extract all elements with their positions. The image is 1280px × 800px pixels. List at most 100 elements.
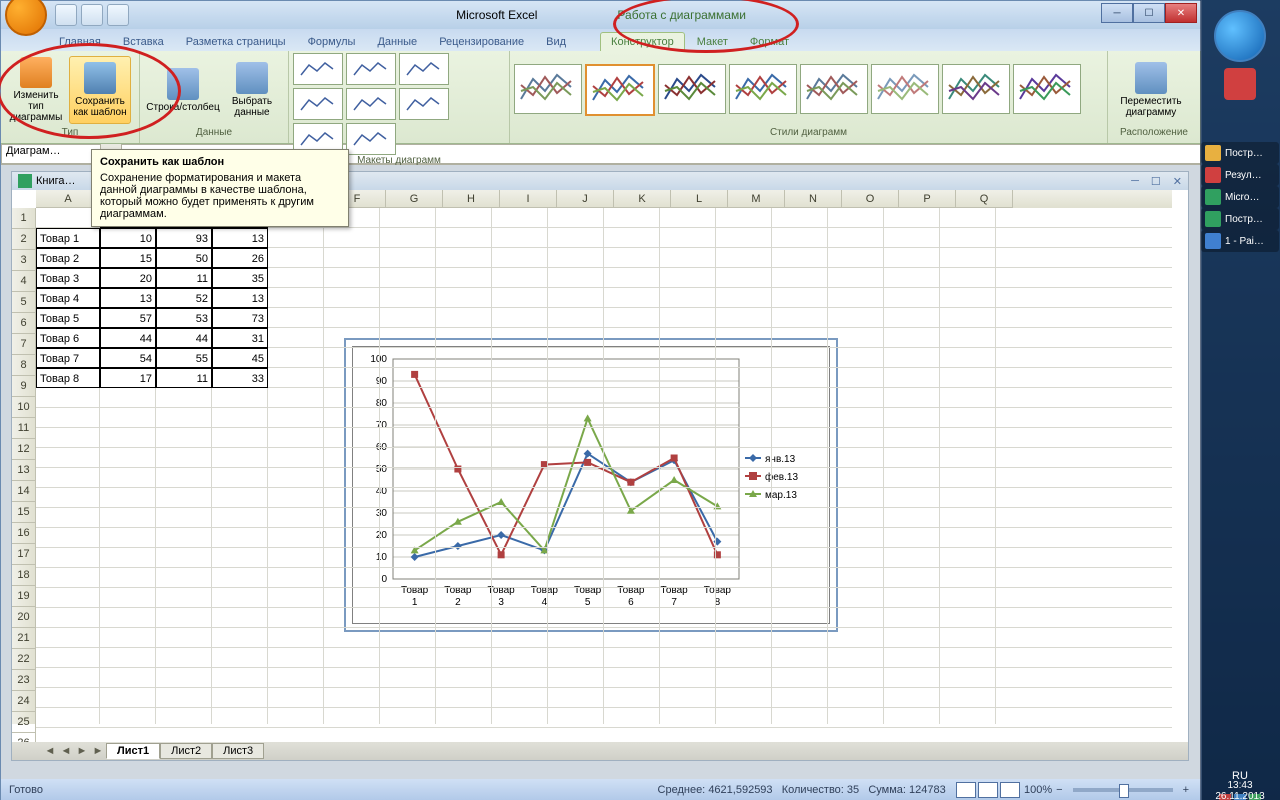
tab-Главная[interactable]: Главная (49, 33, 111, 51)
row-header[interactable]: 12 (12, 439, 36, 460)
cell[interactable]: Товар 4 (36, 288, 100, 308)
sheet-nav-button[interactable]: ◄ (42, 745, 58, 757)
layout-option[interactable] (346, 53, 396, 85)
chart-layouts-gallery[interactable] (293, 53, 493, 155)
column-header[interactable]: M (728, 190, 785, 208)
doc-restore[interactable]: ☐ (1151, 175, 1161, 188)
sheet-nav-button[interactable]: ◄ (58, 745, 74, 757)
change-chart-type-button[interactable]: Изменить тип диаграммы (5, 56, 67, 124)
column-header[interactable]: P (899, 190, 956, 208)
style-option[interactable] (942, 64, 1010, 114)
tab-Формулы[interactable]: Формулы (298, 33, 366, 51)
row-header[interactable]: 13 (12, 460, 36, 481)
cell[interactable]: 44 (100, 328, 156, 348)
row-header[interactable]: 8 (12, 355, 36, 376)
style-option[interactable] (871, 64, 939, 114)
style-option[interactable] (658, 64, 726, 114)
qat-undo-icon[interactable] (81, 4, 103, 26)
column-header[interactable]: H (443, 190, 500, 208)
layout-option[interactable] (293, 53, 343, 85)
style-option[interactable] (585, 64, 655, 116)
column-header[interactable]: Q (956, 190, 1013, 208)
tab-Вид[interactable]: Вид (536, 33, 576, 51)
taskbar-item[interactable]: Резул… (1201, 164, 1279, 186)
qat-redo-icon[interactable] (107, 4, 129, 26)
system-clock[interactable]: 13:43 26.11.2013 (1208, 780, 1272, 800)
layout-option[interactable] (293, 88, 343, 120)
cell[interactable]: Товар 5 (36, 308, 100, 328)
row-header[interactable]: 15 (12, 502, 36, 523)
zoom-in-button[interactable]: + (1179, 784, 1193, 796)
cell[interactable]: 53 (156, 308, 212, 328)
name-box[interactable]: Диаграм… (1, 144, 101, 164)
row-header[interactable]: 3 (12, 250, 36, 271)
cell[interactable]: 17 (100, 368, 156, 388)
row-header[interactable]: 2 (12, 229, 36, 250)
cell[interactable]: 52 (156, 288, 212, 308)
qat-save-icon[interactable] (55, 4, 77, 26)
view-break-icon[interactable] (1000, 782, 1020, 798)
row-header[interactable]: 10 (12, 397, 36, 418)
tab-Рецензирование[interactable]: Рецензирование (429, 33, 534, 51)
move-chart-button[interactable]: Переместить диаграмму (1112, 56, 1190, 124)
row-header[interactable]: 4 (12, 271, 36, 292)
row-header[interactable]: 24 (12, 691, 36, 712)
row-header[interactable]: 6 (12, 313, 36, 334)
maximize-button[interactable]: ☐ (1133, 3, 1165, 23)
sheet-nav-button[interactable]: ► (90, 745, 106, 757)
tab-Макет[interactable]: Макет (687, 33, 738, 51)
cell[interactable]: 11 (156, 268, 212, 288)
column-header[interactable]: K (614, 190, 671, 208)
yandex-icon[interactable] (1224, 68, 1256, 100)
cell[interactable]: 35 (212, 268, 268, 288)
cell[interactable]: 55 (156, 348, 212, 368)
taskbar-item[interactable]: 1 - Pai… (1201, 230, 1279, 252)
column-header[interactable]: G (386, 190, 443, 208)
column-header[interactable]: N (785, 190, 842, 208)
taskbar-item[interactable]: Постр… (1201, 142, 1279, 164)
style-option[interactable] (800, 64, 868, 114)
tab-Данные[interactable]: Данные (367, 33, 427, 51)
cell[interactable]: 20 (100, 268, 156, 288)
chart-styles-gallery[interactable] (514, 64, 1084, 116)
row-header[interactable]: 25 (12, 712, 36, 733)
row-header[interactable]: 26 (12, 733, 36, 742)
doc-close[interactable]: ✕ (1173, 175, 1182, 188)
layout-option[interactable] (399, 53, 449, 85)
sheet-tab[interactable]: Лист2 (160, 743, 212, 759)
cell[interactable]: 44 (156, 328, 212, 348)
style-option[interactable] (1013, 64, 1081, 114)
sheet-tab[interactable]: Лист1 (106, 743, 160, 759)
row-header[interactable]: 21 (12, 628, 36, 649)
select-data-button[interactable]: Выбрать данные (224, 56, 280, 124)
layout-option[interactable] (346, 88, 396, 120)
row-header[interactable]: 23 (12, 670, 36, 691)
doc-minimize[interactable]: ─ (1131, 175, 1139, 188)
layout-option[interactable] (399, 88, 449, 120)
view-normal-icon[interactable] (956, 782, 976, 798)
close-button[interactable]: ✕ (1165, 3, 1197, 23)
column-header[interactable]: O (842, 190, 899, 208)
cell[interactable]: 54 (100, 348, 156, 368)
sheet-nav-button[interactable]: ► (74, 745, 90, 757)
cell[interactable]: 26 (212, 248, 268, 268)
zoom-out-button[interactable]: − (1052, 784, 1066, 796)
start-button[interactable] (1214, 10, 1266, 62)
cell[interactable]: Товар 3 (36, 268, 100, 288)
cell[interactable]: 57 (100, 308, 156, 328)
row-header[interactable]: 22 (12, 649, 36, 670)
cell[interactable]: 11 (156, 368, 212, 388)
cell[interactable]: 31 (212, 328, 268, 348)
cell[interactable]: Товар 7 (36, 348, 100, 368)
tab-Формат[interactable]: Формат (740, 33, 799, 51)
spreadsheet-grid[interactable]: ABCDEFGHIJKLMNOPQ 1234567891011121314151… (12, 190, 1188, 742)
style-option[interactable] (514, 64, 582, 114)
layout-option[interactable] (346, 123, 396, 155)
cell[interactable]: Товар 2 (36, 248, 100, 268)
cell[interactable]: 73 (212, 308, 268, 328)
cell[interactable]: Товар 8 (36, 368, 100, 388)
row-header[interactable]: 16 (12, 523, 36, 544)
row-header[interactable]: 1 (12, 208, 36, 229)
tab-Разметка страницы[interactable]: Разметка страницы (176, 33, 296, 51)
row-header[interactable]: 7 (12, 334, 36, 355)
